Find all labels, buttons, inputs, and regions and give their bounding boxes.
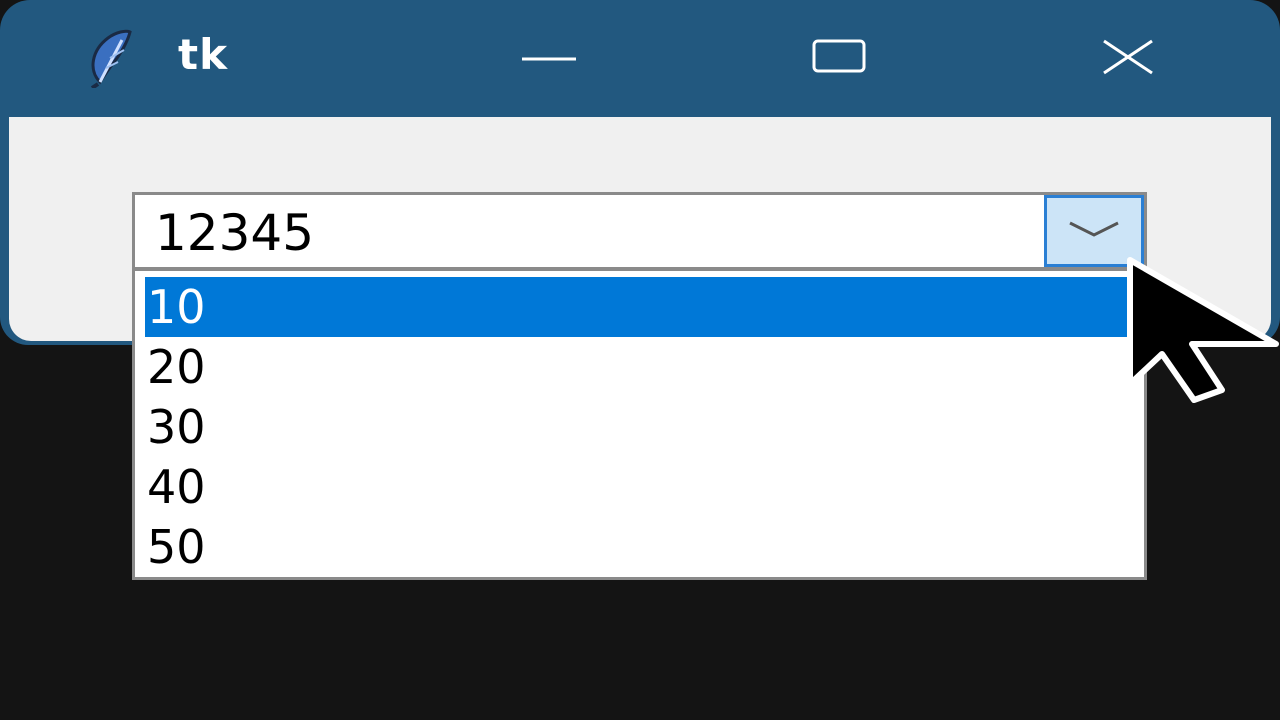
list-item-50[interactable]: 50 (135, 517, 1144, 577)
minimize-icon (520, 49, 580, 68)
dropdown-list[interactable]: 10 20 30 40 50 (132, 268, 1147, 580)
combobox-value[interactable]: 12345 (155, 197, 314, 269)
feather-icon (78, 26, 134, 90)
close-button[interactable] (1068, 0, 1188, 117)
list-item-10[interactable]: 10 (145, 277, 1140, 337)
list-item-30[interactable]: 30 (135, 397, 1144, 457)
close-icon (1098, 37, 1158, 81)
minimize-button[interactable] (490, 0, 610, 117)
list-item-20[interactable]: 20 (135, 337, 1144, 397)
combobox[interactable]: 12345 (132, 192, 1147, 270)
mouse-pointer-icon (1126, 256, 1280, 404)
list-item-40[interactable]: 40 (135, 457, 1144, 517)
chevron-down-icon (1066, 219, 1122, 243)
title-bar[interactable]: tk (0, 0, 1280, 117)
maximize-button[interactable] (780, 0, 900, 117)
maximize-icon (812, 39, 868, 79)
window-title: tk (178, 30, 229, 79)
